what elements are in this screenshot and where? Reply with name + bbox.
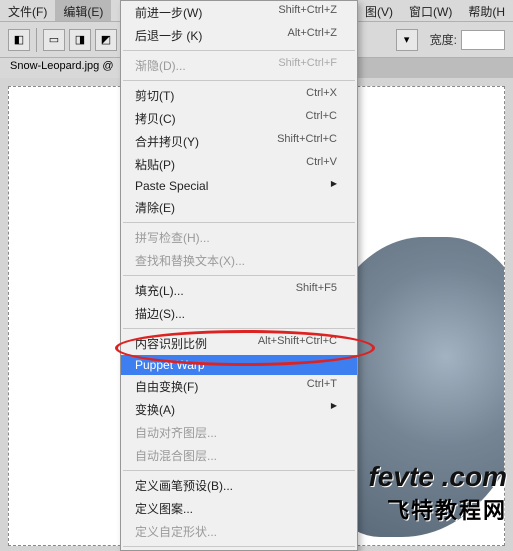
- menu-separator: [123, 275, 355, 276]
- menu-item-0[interactable]: 前进一步(W) Shift+Ctrl+Z: [121, 1, 357, 24]
- menu-item-23: 自动混合图层...: [121, 444, 357, 467]
- menu-item-label: 粘贴(P): [135, 156, 175, 173]
- menu-item-15[interactable]: 填充(L)... Shift+F5: [121, 279, 357, 302]
- menu-item-label: 后退一步 (K): [135, 27, 202, 44]
- toolbar-separator: [36, 28, 37, 52]
- menu-item-label: 拼写检查(H)...: [135, 229, 210, 246]
- menu-item-27: 定义自定形状...: [121, 520, 357, 543]
- width-input[interactable]: [461, 30, 505, 50]
- menu-item-label: 拷贝(C): [135, 110, 176, 127]
- toolbar-btn-1[interactable]: ▭: [43, 29, 65, 51]
- menu-item-shortcut: Shift+Ctrl+F: [278, 57, 337, 74]
- menu-item-label: 查找和替换文本(X)...: [135, 252, 245, 269]
- menu-item-25[interactable]: 定义画笔预设(B)...: [121, 474, 357, 497]
- menu-edit[interactable]: 编辑(E): [55, 0, 111, 21]
- menu-item-20[interactable]: 自由变换(F) Ctrl+T: [121, 375, 357, 398]
- menu-view[interactable]: 图(V): [357, 0, 401, 21]
- menu-separator: [123, 470, 355, 471]
- menu-item-10[interactable]: 清除(E): [121, 196, 357, 219]
- menu-item-label: 自由变换(F): [135, 378, 198, 395]
- menu-separator: [123, 222, 355, 223]
- menu-item-label: 清除(E): [135, 199, 175, 216]
- menu-separator: [123, 328, 355, 329]
- menu-item-12: 拼写检查(H)...: [121, 226, 357, 249]
- menu-item-22: 自动对齐图层...: [121, 421, 357, 444]
- crop-tool-icon[interactable]: ◧: [8, 29, 30, 51]
- menu-item-shortcut: Shift+Ctrl+C: [277, 133, 337, 150]
- menu-item-16[interactable]: 描边(S)...: [121, 302, 357, 325]
- menu-item-label: 变换(A): [135, 401, 175, 418]
- menu-separator: [123, 50, 355, 51]
- menu-item-label: 渐隐(D)...: [135, 57, 186, 74]
- menu-item-label: 剪切(T): [135, 87, 174, 104]
- menu-item-3: 渐隐(D)... Shift+Ctrl+F: [121, 54, 357, 77]
- document-tab[interactable]: Snow-Leopard.jpg @: [0, 58, 125, 78]
- menu-item-21[interactable]: 变换(A): [121, 398, 357, 421]
- menu-item-shortcut: Ctrl+X: [306, 87, 337, 104]
- menu-item-label: 前进一步(W): [135, 4, 202, 21]
- menu-separator: [123, 546, 355, 547]
- menu-item-label: 自动对齐图层...: [135, 424, 217, 441]
- toolbar-btn-2[interactable]: ◨: [69, 29, 91, 51]
- width-label: 宽度:: [430, 31, 457, 48]
- menu-item-label: 描边(S)...: [135, 305, 185, 322]
- menu-window[interactable]: 窗口(W): [401, 0, 460, 21]
- menu-item-label: 填充(L)...: [135, 282, 184, 299]
- menu-item-label: 内容识别比例: [135, 335, 207, 352]
- menu-item-shortcut: Shift+F5: [296, 282, 337, 299]
- menu-file[interactable]: 文件(F): [0, 0, 55, 21]
- toolbar-dropdown-1[interactable]: ▾: [396, 29, 418, 51]
- menu-item-shortcut: Shift+Ctrl+Z: [278, 4, 337, 21]
- menu-help[interactable]: 帮助(H: [460, 0, 513, 21]
- menu-item-6[interactable]: 拷贝(C) Ctrl+C: [121, 107, 357, 130]
- menu-item-shortcut: Alt+Shift+Ctrl+C: [258, 335, 337, 352]
- menu-item-label: 定义图案...: [135, 500, 193, 517]
- menu-item-9[interactable]: Paste Special: [121, 176, 357, 196]
- menu-item-shortcut: Ctrl+T: [307, 378, 337, 395]
- menu-item-label: 定义自定形状...: [135, 523, 217, 540]
- menu-item-shortcut: Ctrl+C: [306, 110, 337, 127]
- watermark-line1: fevte .com: [368, 461, 507, 493]
- menu-item-19[interactable]: Puppet Warp: [121, 355, 357, 375]
- menu-item-shortcut: Ctrl+V: [306, 156, 337, 173]
- menu-item-label: Puppet Warp: [135, 358, 205, 372]
- menu-item-shortcut: Alt+Ctrl+Z: [287, 27, 337, 44]
- menu-item-label: 自动混合图层...: [135, 447, 217, 464]
- menu-item-label: 合并拷贝(Y): [135, 133, 199, 150]
- toolbar-btn-3[interactable]: ◩: [95, 29, 117, 51]
- watermark: fevte .com 飞特教程网: [368, 461, 507, 525]
- menu-item-label: Paste Special: [135, 179, 208, 193]
- watermark-line2: 飞特教程网: [368, 493, 507, 525]
- menu-item-5[interactable]: 剪切(T) Ctrl+X: [121, 84, 357, 107]
- menu-item-label: 定义画笔预设(B)...: [135, 477, 233, 494]
- menu-item-26[interactable]: 定义图案...: [121, 497, 357, 520]
- edit-menu-dropdown: 前进一步(W) Shift+Ctrl+Z 后退一步 (K) Alt+Ctrl+Z 渐隐(…: [120, 0, 358, 551]
- menu-item-18[interactable]: 内容识别比例 Alt+Shift+Ctrl+C: [121, 332, 357, 355]
- menu-item-1[interactable]: 后退一步 (K) Alt+Ctrl+Z: [121, 24, 357, 47]
- menu-item-8[interactable]: 粘贴(P) Ctrl+V: [121, 153, 357, 176]
- menu-item-13: 查找和替换文本(X)...: [121, 249, 357, 272]
- menu-item-7[interactable]: 合并拷贝(Y) Shift+Ctrl+C: [121, 130, 357, 153]
- menu-separator: [123, 80, 355, 81]
